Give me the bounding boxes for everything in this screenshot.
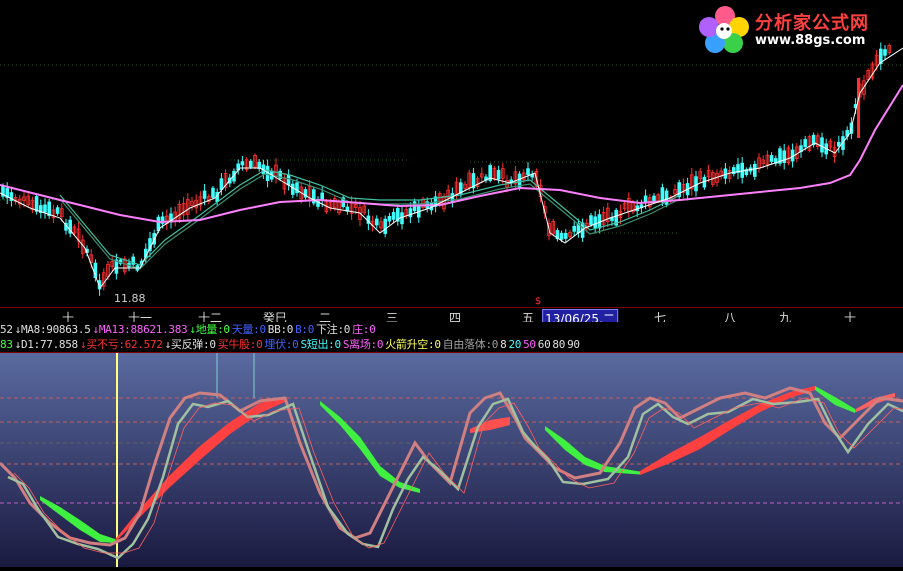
indicator-value: 庄:0 [352,323,376,336]
price-candle [34,196,39,212]
low-price-label: 11.88 [114,292,146,305]
price-candle [202,190,207,199]
indicator-value: 20 [508,338,522,351]
indicator-chart[interactable] [0,353,903,567]
indicator-value: ↓买反弹:0 [164,338,216,351]
indicator-value: 60 [537,338,551,351]
info-row-ma: 52 ↓MA8:90863.5 ↓MA13:88621.383 ↓地量:0 天量:0 BB… [0,322,903,337]
price-candle [803,139,807,148]
price-candle [723,168,728,179]
price-candle [290,183,295,195]
price-candle [383,218,387,234]
price-candle [496,169,501,180]
indicator-value: 火箭升空:0 [385,338,441,351]
price-candle [248,160,253,168]
indicator-value: ↓MA8:90863.5 [14,323,91,336]
indicator-value: ↓地量:0 [189,323,230,336]
cursor-marker: $ [534,296,542,307]
indicator-value: S离场:0 [342,338,384,351]
price-candle [387,216,392,222]
indicator-value: S短出:0 [300,338,341,351]
price-candle [652,195,656,201]
price-candle [391,212,396,220]
price-candle [55,207,60,214]
indicator-value: ↓MA13:88621.383 [92,323,188,336]
price-candle [43,204,47,213]
logo-brand: 分析家公式网 [755,13,869,34]
indicator-value: 90 [567,338,580,351]
price-candle [593,216,597,229]
price-candle [211,187,215,198]
info-row-indicator: 83 ↓D1:77.858 ↓买不亏:62.572 ↓买反弹:0 买牛股:0 埋伏:0 S短… [0,337,903,353]
indicator-value: 52 [0,323,13,336]
price-candle [694,176,698,192]
price-candle [589,215,593,225]
price-candle [857,78,860,138]
indicator-value: ↓D1:77.858 [14,338,79,351]
price-chart[interactable]: 11.88 分析家公式网 www.88gs.com [0,0,903,305]
price-candle [769,155,774,162]
price-candle [374,218,379,226]
price-candle [219,178,224,191]
indicator-value: 下注:0 [316,323,351,336]
price-candle [837,141,841,147]
price-candle [753,163,757,177]
price-candle [408,208,413,218]
logo: 分析家公式网 www.88gs.com [697,3,897,55]
indicator-value: 买牛股:0 [217,338,263,351]
price-candle [559,232,564,240]
indicator-value: 50 [523,338,536,351]
indicator-value: 80 [552,338,566,351]
price-candle [572,225,576,232]
flower-logo-icon [699,6,749,53]
price-candle [526,168,530,176]
price-candle [240,161,245,166]
indicator-value: ↓买不亏:62.572 [79,338,163,351]
indicator-value: 自由落体:0 [442,338,499,351]
indicator-background [0,353,903,567]
price-candle [286,174,291,186]
indicator-value: B:0 [295,323,315,336]
indicator-value: 埋伏:0 [264,338,299,351]
price-candle [564,232,568,239]
price-candle [400,212,404,225]
indicator-value: 83 [0,338,13,351]
price-candle [820,137,824,153]
indicator-value: 8 [500,338,507,351]
indicator-chart-canvas [0,353,903,567]
logo-url: www.88gs.com [755,33,866,48]
indicator-value: 天量:0 [231,323,266,336]
indicator-value: BB:0 [267,323,294,336]
price-candle [677,182,681,198]
